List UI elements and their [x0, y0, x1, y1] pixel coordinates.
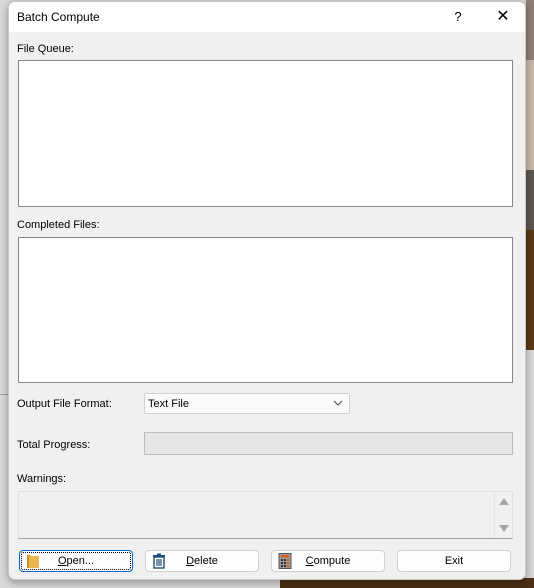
output-format-value: Text File — [148, 398, 189, 410]
help-button[interactable]: ? — [443, 2, 473, 32]
total-progress-bar — [144, 432, 513, 455]
total-progress-label: Total Progress: — [17, 439, 91, 451]
desktop-right-strip — [526, 0, 534, 60]
title-bar: Batch Compute ? ✕ — [9, 2, 525, 32]
exit-button[interactable]: Exit — [397, 550, 511, 572]
desktop-right-strip — [526, 230, 534, 350]
scroll-up-arrow-icon[interactable] — [499, 498, 509, 505]
desktop-right-strip — [526, 350, 534, 588]
completed-files-list[interactable] — [18, 237, 513, 383]
compute-mnemonic: C — [305, 555, 314, 567]
compute-button[interactable]: Compute — [271, 550, 385, 572]
trash-icon — [151, 553, 167, 569]
desktop-right-strip — [526, 60, 534, 170]
warnings-textbox[interactable] — [18, 491, 513, 539]
open-mnemonic: O — [57, 555, 67, 567]
delete-label-rest: elete — [194, 555, 218, 567]
delete-button[interactable]: Delete — [145, 550, 259, 572]
chevron-down-icon — [333, 396, 343, 413]
output-format-label: Output File Format: — [17, 398, 112, 410]
delete-mnemonic: D — [186, 555, 195, 567]
window-title: Batch Compute — [17, 10, 100, 24]
folder-icon — [25, 553, 41, 569]
calculator-icon — [277, 553, 293, 569]
open-button[interactable]: Open... — [19, 550, 133, 572]
exit-label: Exit — [444, 555, 464, 567]
output-format-select[interactable]: Text File — [144, 393, 350, 414]
compute-label-rest: ompute — [313, 555, 351, 567]
warnings-label: Warnings: — [17, 473, 67, 485]
completed-files-label: Completed Files: — [17, 219, 100, 231]
desktop-right-strip — [526, 170, 534, 230]
scroll-down-arrow-icon[interactable] — [499, 525, 509, 532]
warnings-scrollbar[interactable] — [494, 492, 512, 538]
close-button[interactable]: ✕ — [487, 2, 519, 32]
file-queue-label: File Queue: — [17, 43, 74, 55]
batch-compute-dialog: Batch Compute ? ✕ File Queue: Completed … — [8, 1, 526, 580]
file-queue-list[interactable] — [18, 60, 513, 207]
open-label-rest: pen... — [66, 555, 95, 567]
